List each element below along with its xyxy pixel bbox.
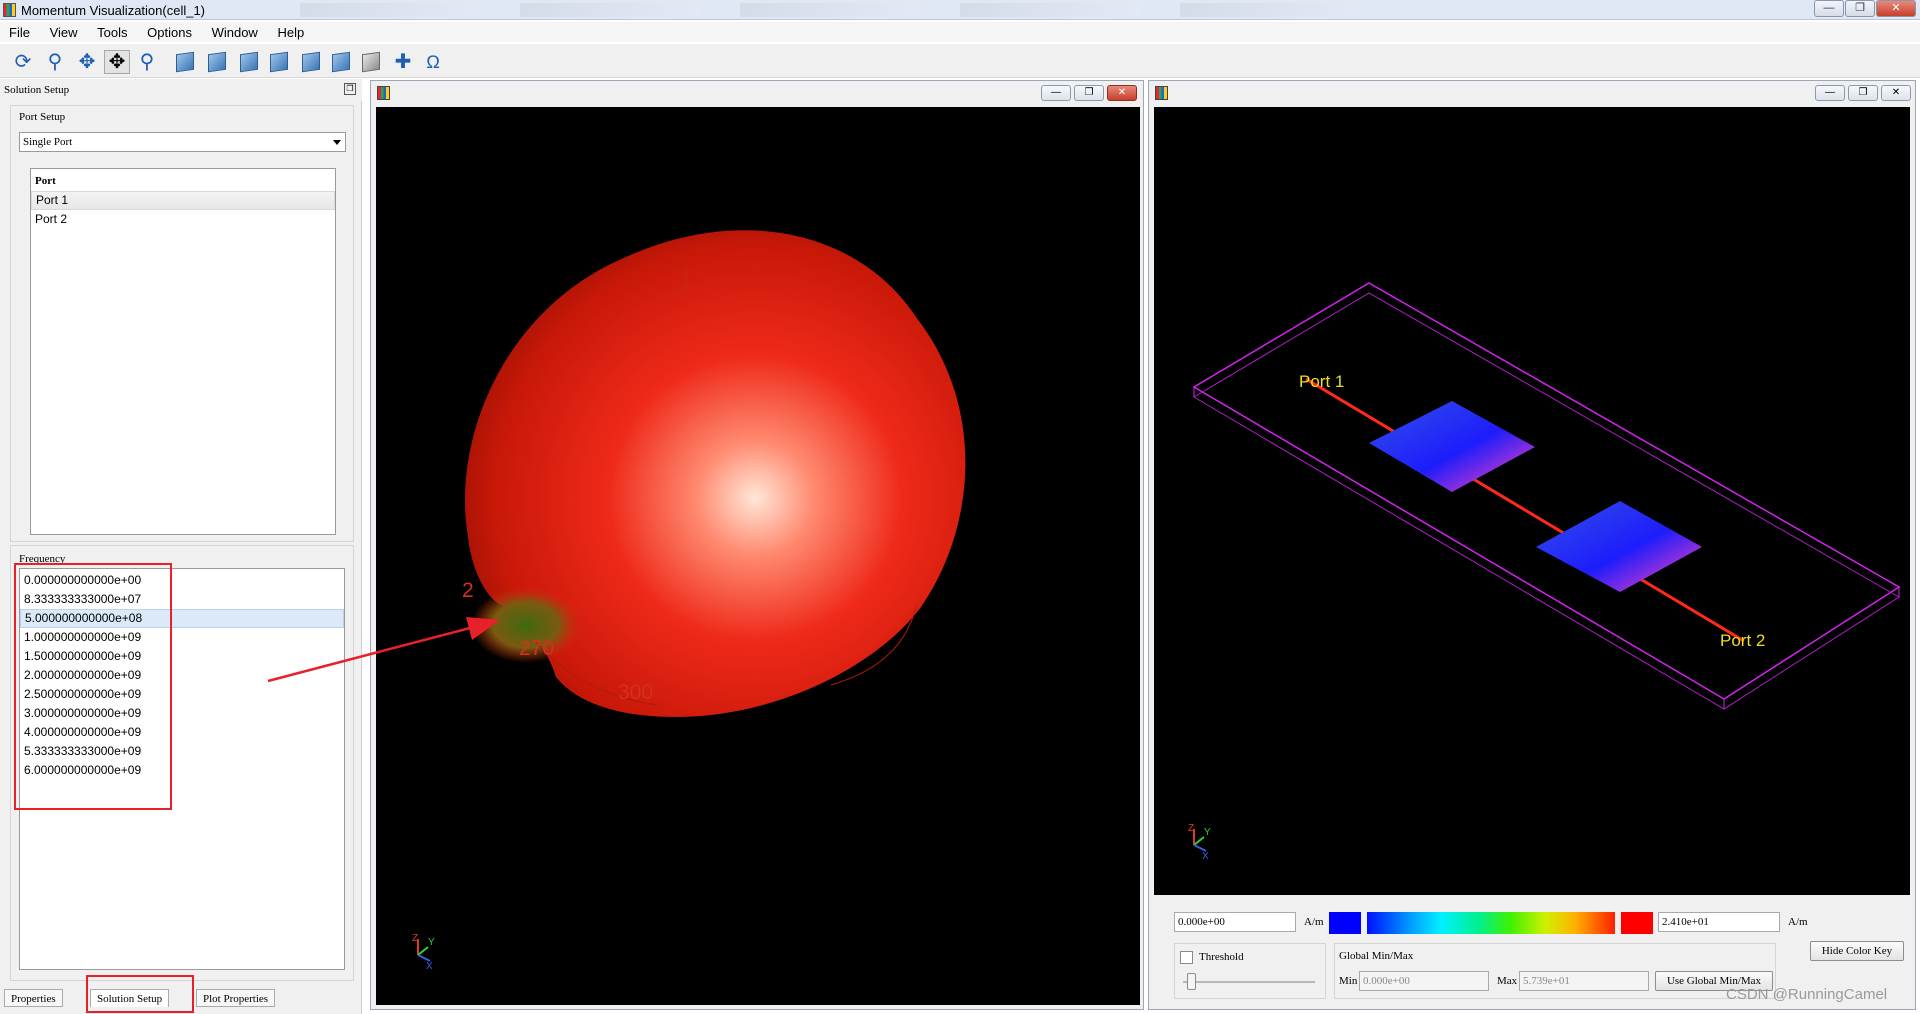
watermark-text: CSDN @RunningCamel (1726, 986, 1888, 1003)
annotation-arrow (267, 617, 500, 683)
